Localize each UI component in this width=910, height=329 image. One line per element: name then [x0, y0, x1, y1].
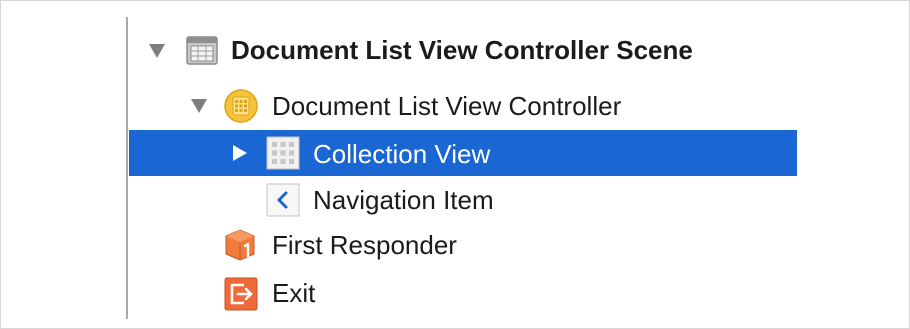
first-responder-label: First Responder	[272, 230, 457, 260]
outline-divider	[126, 17, 128, 319]
collection-view-label: Collection View	[313, 139, 491, 169]
outline-row-view-controller[interactable]: Document List View Controller	[129, 83, 797, 129]
outline-row-exit[interactable]: Exit	[129, 269, 797, 315]
outline-row-first-responder[interactable]: First Responder	[129, 222, 797, 268]
navigation-item-label: Navigation Item	[313, 185, 494, 215]
view-controller-icon	[223, 88, 258, 123]
navigation-item-icon	[266, 183, 300, 217]
exit-label: Exit	[272, 278, 316, 308]
outline-row-scene[interactable]: Document List View Controller Scene	[129, 27, 797, 73]
outline-row-collection-view[interactable]: Collection View	[129, 130, 797, 176]
exit-icon	[224, 277, 258, 311]
scene-label: Document List View Controller Scene	[231, 35, 693, 65]
collection-view-icon	[266, 136, 300, 170]
disclosure-collapsed-icon[interactable]	[233, 145, 247, 161]
document-outline-panel: Document List View Controller Scene Docu…	[0, 0, 910, 329]
storyboard-scene-icon	[186, 34, 218, 66]
outline-row-navigation-item[interactable]: Navigation Item	[129, 176, 797, 222]
disclosure-expanded-icon[interactable]	[149, 44, 165, 58]
disclosure-expanded-icon[interactable]	[191, 99, 207, 113]
view-controller-label: Document List View Controller	[272, 91, 622, 121]
first-responder-icon	[223, 228, 255, 261]
